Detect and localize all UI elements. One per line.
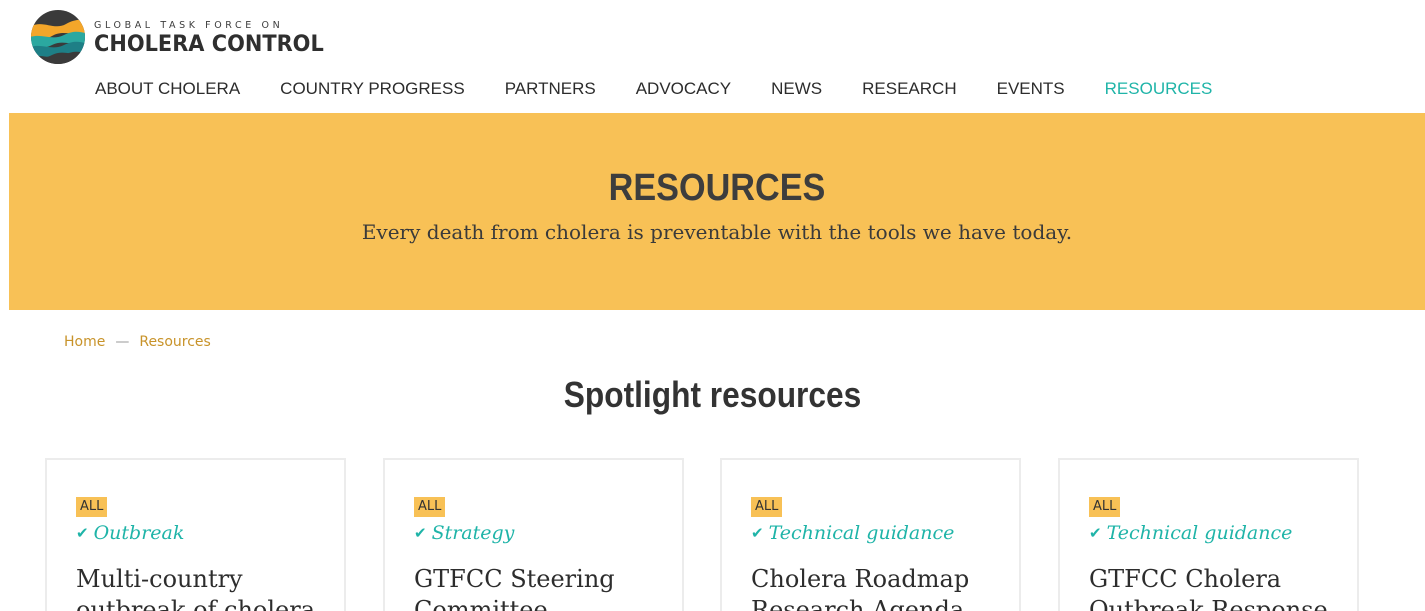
main-nav: ABOUT CHOLERA COUNTRY PROGRESS PARTNERS … bbox=[95, 78, 1252, 100]
resource-title[interactable]: Cholera Roadmap Research Agenda bbox=[751, 564, 1011, 611]
nav-item-advocacy[interactable]: ADVOCACY bbox=[636, 78, 731, 100]
resource-title[interactable]: GTFCC Steering Committee bbox=[414, 564, 674, 611]
resource-tag-label: Outbreak bbox=[93, 522, 185, 544]
resource-card[interactable]: ALL ✔ Outbreak Multi-country outbreak of… bbox=[45, 458, 346, 611]
nav-item-about-cholera[interactable]: ABOUT CHOLERA bbox=[95, 78, 240, 100]
page-title: RESOURCES bbox=[608, 167, 826, 209]
resource-tag-label: Strategy bbox=[431, 522, 515, 544]
breadcrumb-current[interactable]: Resources bbox=[139, 334, 211, 350]
site-header: GLOBAL TASK FORCE ON CHOLERA CONTROL ABO… bbox=[0, 0, 1425, 113]
category-badge[interactable]: ALL bbox=[1089, 497, 1121, 517]
resource-card[interactable]: ALL ✔ Strategy GTFCC Steering Committee bbox=[383, 458, 684, 611]
logo-text: GLOBAL TASK FORCE ON CHOLERA CONTROL bbox=[94, 17, 336, 58]
breadcrumb: Home — Resources bbox=[64, 334, 211, 350]
check-icon: ✔ bbox=[76, 524, 89, 542]
resource-tag[interactable]: ✔ Strategy bbox=[414, 522, 514, 544]
wave-logo-icon bbox=[31, 10, 85, 64]
breadcrumb-separator: — bbox=[115, 334, 130, 350]
check-icon: ✔ bbox=[751, 524, 764, 542]
category-badge[interactable]: ALL bbox=[414, 497, 446, 517]
logo-tagline: GLOBAL TASK FORCE ON bbox=[94, 19, 284, 31]
resource-tag[interactable]: ✔ Technical guidance bbox=[751, 522, 954, 544]
category-badge[interactable]: ALL bbox=[751, 497, 783, 517]
site-logo[interactable]: GLOBAL TASK FORCE ON CHOLERA CONTROL bbox=[30, 9, 336, 65]
resource-tag-label: Technical guidance bbox=[768, 522, 955, 544]
check-icon: ✔ bbox=[1089, 524, 1102, 542]
resource-card[interactable]: ALL ✔ Technical guidance GTFCC Cholera O… bbox=[1058, 458, 1359, 611]
nav-item-research[interactable]: RESEARCH bbox=[862, 78, 956, 100]
resource-tag-label: Technical guidance bbox=[1106, 522, 1293, 544]
nav-item-resources[interactable]: RESOURCES bbox=[1105, 78, 1213, 100]
nav-item-news[interactable]: NEWS bbox=[771, 78, 822, 100]
nav-item-events[interactable]: EVENTS bbox=[997, 78, 1065, 100]
section-title: Spotlight resources bbox=[563, 374, 862, 415]
resource-tag[interactable]: ✔ Outbreak bbox=[76, 522, 184, 544]
resource-title[interactable]: Multi-country outbreak of cholera bbox=[76, 564, 336, 611]
check-icon: ✔ bbox=[414, 524, 427, 542]
resource-card[interactable]: ALL ✔ Technical guidance Cholera Roadmap… bbox=[720, 458, 1021, 611]
category-badge[interactable]: ALL bbox=[76, 497, 108, 517]
hero-banner: RESOURCES Every death from cholera is pr… bbox=[9, 113, 1425, 310]
nav-item-country-progress[interactable]: COUNTRY PROGRESS bbox=[280, 78, 465, 100]
breadcrumb-home-link[interactable]: Home bbox=[64, 334, 105, 350]
hero-subtitle: Every death from cholera is preventable … bbox=[361, 220, 1073, 244]
nav-item-partners[interactable]: PARTNERS bbox=[505, 78, 596, 100]
resource-tag[interactable]: ✔ Technical guidance bbox=[1089, 522, 1292, 544]
resource-title[interactable]: GTFCC Cholera Outbreak Response bbox=[1089, 564, 1349, 611]
logo-name: CHOLERA CONTROL bbox=[94, 31, 324, 57]
